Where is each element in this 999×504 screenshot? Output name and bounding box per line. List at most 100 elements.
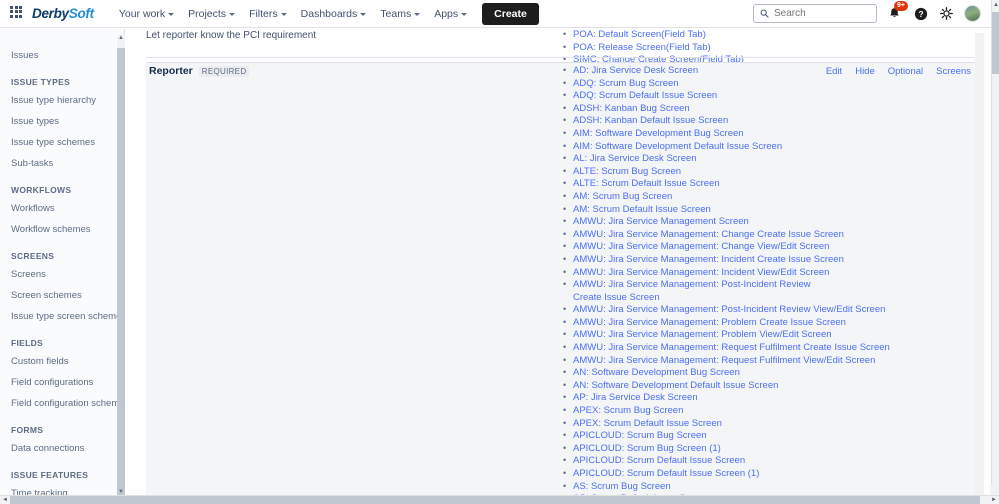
screen-link[interactable]: APICLOUD: Scrum Default Issue Screen xyxy=(561,454,981,468)
screen-link[interactable]: AMWU: Jira Service Management: Request F… xyxy=(561,341,981,355)
panel-inner-scrollbar[interactable] xyxy=(975,33,984,495)
nav-item-apps[interactable]: Apps xyxy=(427,4,474,24)
settings-button[interactable] xyxy=(938,5,955,22)
sidebar-heading-issue-features: ISSUE FEATURES xyxy=(11,470,89,480)
screen-link[interactable]: AL: Jira Service Desk Screen xyxy=(561,152,981,166)
derbysoft-logo[interactable]: DerbySoft xyxy=(32,6,94,21)
screen-link[interactable]: ALTE: Scrum Bug Screen xyxy=(561,165,981,179)
nav-label-your-work: Your work xyxy=(118,7,166,20)
sidebar-item-issue-type-schemes[interactable]: Issue type schemes xyxy=(0,132,117,153)
screen-link[interactable]: APICLOUD: Scrum Default Issue Screen (1) xyxy=(561,467,981,481)
search-box[interactable] xyxy=(753,4,877,23)
screen-link[interactable]: ADQ: Scrum Bug Screen xyxy=(561,77,981,91)
page-scroll-up-arrow[interactable]: ▲ xyxy=(992,0,999,11)
screen-link[interactable]: AMWU: Jira Service Management: Change Vi… xyxy=(561,240,981,254)
create-button[interactable]: Create xyxy=(482,2,539,25)
screen-link[interactable]: AMWU: Jira Service Management: Problem C… xyxy=(561,316,981,330)
screen-link[interactable]: ADSH: Kanban Bug Screen xyxy=(561,102,981,116)
screen-link[interactable]: AN: Software Development Bug Screen xyxy=(561,366,981,380)
logo-text-secondary: Soft xyxy=(68,6,94,21)
screen-link[interactable]: AP: Jira Service Desk Screen xyxy=(561,391,981,405)
page-horizontal-scrollbar[interactable]: ◄ ► xyxy=(0,495,999,504)
sidebar-heading-workflows: WORKFLOWS xyxy=(11,185,72,195)
field-name: Reporter xyxy=(149,65,193,77)
sidebar-item-issues[interactable]: Issues xyxy=(0,45,117,66)
app-switcher-grid-icon[interactable] xyxy=(10,5,26,22)
screen-link[interactable]: POA: Release Screen(Field Tab) xyxy=(561,41,981,55)
settings-gear-icon xyxy=(940,7,953,20)
screen-link[interactable]: AIM: Software Development Bug Screen xyxy=(561,127,981,141)
nav-label-teams: Teams xyxy=(380,7,412,20)
sidebar-item-issue-types[interactable]: Issue types xyxy=(0,111,117,132)
user-avatar[interactable] xyxy=(964,5,981,22)
screen-link[interactable]: APICLOUD: Scrum Bug Screen xyxy=(561,429,981,443)
screen-link[interactable]: AMWU: Jira Service Management: Incident … xyxy=(561,253,981,267)
screen-link[interactable]: ADSH: Kanban Default Issue Screen xyxy=(561,114,981,128)
sidebar-item-data-connections[interactable]: Data connections xyxy=(0,438,117,459)
screen-link[interactable]: AMWU: Jira Service Management Screen xyxy=(561,215,981,229)
sidebar-heading-screens: SCREENS xyxy=(11,251,55,261)
screen-link[interactable]: AS: Scrum Bug Screen xyxy=(561,480,981,494)
screen-link[interactable]: AM: Scrum Default Issue Screen xyxy=(561,203,981,217)
chevron-down-icon xyxy=(414,12,421,16)
nav-label-dashboards: Dashboards xyxy=(300,7,358,20)
page-horizontal-scrollbar-thumb[interactable] xyxy=(10,496,980,504)
sidebar-item-issue-type-hierarchy[interactable]: Issue type hierarchy xyxy=(0,90,117,111)
sidebar-item-screens[interactable]: Screens xyxy=(0,264,117,285)
screen-link[interactable]: POA: Default Screen(Field Tab) xyxy=(561,29,981,42)
nav-item-projects[interactable]: Projects xyxy=(181,4,242,24)
sidebar-item-field-configurations[interactable]: Field configurations xyxy=(0,372,117,393)
sidebar-item-sub-tasks[interactable]: Sub-tasks xyxy=(0,153,117,174)
screen-link[interactable]: AMWU: Jira Service Management: Incident … xyxy=(561,266,981,280)
help-button[interactable]: ? xyxy=(912,5,929,22)
sidebar-heading-issue-types: ISSUE TYPES xyxy=(11,77,71,87)
nav-label-apps: Apps xyxy=(434,7,459,20)
page-scroll-right-arrow[interactable]: ► xyxy=(989,496,999,504)
nav-item-your-work[interactable]: Your work xyxy=(112,4,181,24)
sidebar-item-issue-type-screen-schemes[interactable]: Issue type screen schemes xyxy=(0,306,124,327)
previous-field-description: Let reporter know the PCI requirement xyxy=(146,30,317,41)
sidebar-item-custom-fields[interactable]: Custom fields xyxy=(0,351,117,372)
sidebar-item-workflows[interactable]: Workflows xyxy=(0,198,117,219)
sidebar-content: Issues ISSUE TYPES Issue type hierarchy … xyxy=(0,29,124,495)
sidebar-item-screen-schemes[interactable]: Screen schemes xyxy=(0,285,117,306)
screen-link[interactable]: AN: Software Development Default Issue S… xyxy=(561,379,981,393)
chevron-down-icon xyxy=(360,12,367,16)
screen-link[interactable]: AMWU: Jira Service Management: Change Cr… xyxy=(561,228,981,242)
screen-link[interactable]: AMWU: Jira Service Management: Post-Inci… xyxy=(561,303,981,317)
nav-item-dashboards[interactable]: Dashboards xyxy=(294,4,374,24)
top-navigation-bar: DerbySoft Your work Projects Filters Das… xyxy=(0,0,991,28)
nav-item-filters[interactable]: Filters xyxy=(242,4,294,24)
nav-label-projects: Projects xyxy=(188,7,227,20)
notification-badge: 9+ xyxy=(894,1,908,11)
screen-link[interactable]: ADQ: Scrum Default Issue Screen xyxy=(561,89,981,103)
screen-link[interactable]: APICLOUD: Scrum Bug Screen (1) xyxy=(561,442,981,456)
notifications-button[interactable]: 9+ xyxy=(886,1,908,22)
sidebar-item-field-configuration-schemes[interactable]: Field configuration schemes xyxy=(0,393,124,414)
sidebar-heading-forms: FORMS xyxy=(11,425,44,435)
sidebar-heading-fields: FIELDS xyxy=(11,338,44,348)
field-configuration-main: Let reporter know the PCI requirement PO… xyxy=(126,29,991,495)
screen-link[interactable]: AM: Scrum Bug Screen xyxy=(561,190,981,204)
screen-link[interactable]: ALTE: Scrum Default Issue Screen xyxy=(561,177,981,191)
nav-item-teams[interactable]: Teams xyxy=(373,4,427,24)
screen-link[interactable]: APEX: Scrum Bug Screen xyxy=(561,404,981,418)
screen-link[interactable]: AMWU: Jira Service Management: Post-Inci… xyxy=(561,278,811,304)
sidebar-scrollbar-thumb[interactable] xyxy=(117,48,125,495)
sidebar-scrollbar[interactable]: ▲ ▼ xyxy=(117,35,125,495)
screen-link[interactable]: AD: Jira Service Desk Screen xyxy=(561,64,981,78)
logo-text-primary: Derby xyxy=(32,6,69,21)
search-input[interactable] xyxy=(774,8,870,19)
sidebar-item-time-tracking[interactable]: Time tracking xyxy=(0,483,117,495)
field-name-block: Reporter REQUIRED xyxy=(149,65,250,77)
sidebar-item-workflow-schemes[interactable]: Workflow schemes xyxy=(0,219,117,240)
screen-link[interactable]: AIM: Software Development Default Issue … xyxy=(561,140,981,154)
screen-link[interactable]: AMWU: Jira Service Management: Problem V… xyxy=(561,329,981,342)
screen-link[interactable]: APEX: Scrum Default Issue Screen xyxy=(561,417,981,431)
page-vertical-scrollbar-thumb[interactable] xyxy=(992,12,999,74)
row-divider xyxy=(146,57,976,58)
page-scroll-left-arrow[interactable]: ◄ xyxy=(0,496,10,504)
screen-link[interactable]: AMWU: Jira Service Management: Request F… xyxy=(561,354,981,368)
page-vertical-scrollbar[interactable]: ▲ ▼ xyxy=(991,0,999,495)
sidebar-scroll-up-arrow[interactable]: ▲ xyxy=(118,35,124,41)
